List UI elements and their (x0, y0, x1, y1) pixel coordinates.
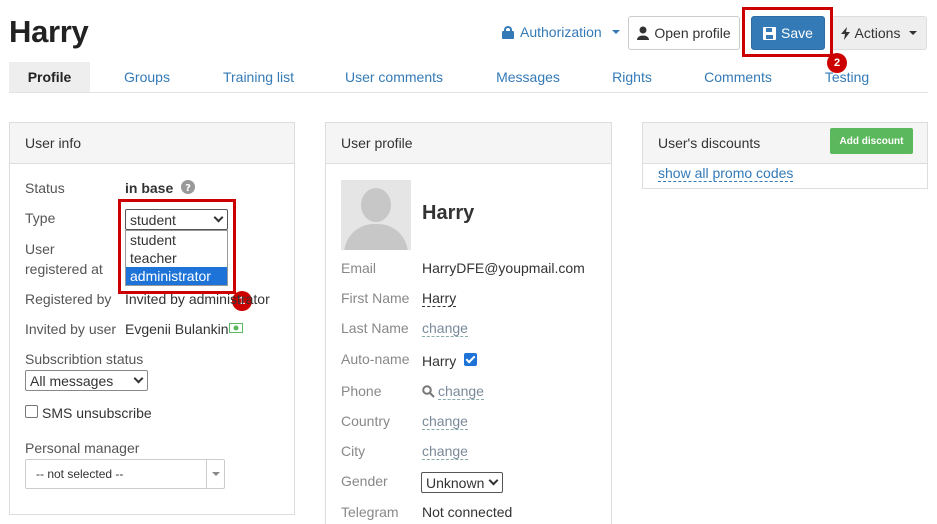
svg-text:?: ? (185, 183, 191, 194)
last-name-change-link[interactable]: change (422, 320, 468, 337)
tab-messages[interactable]: Messages (487, 62, 569, 92)
country-label: Country (341, 413, 391, 429)
telegram-value: Not connected (422, 504, 513, 520)
phone-label: Phone (341, 383, 382, 399)
subscription-label: Subscribtion status (25, 351, 144, 367)
registered-by-value: Invited by administrator (125, 291, 270, 307)
sms-unsubscribe-label: SMS unsubscribe (42, 405, 152, 421)
first-name-label: First Name (341, 290, 410, 306)
user-profile-heading: User profile (326, 123, 611, 164)
tab-user-comments[interactable]: User comments (339, 62, 449, 92)
registered-label-line2: registered at (25, 261, 103, 277)
type-select-value: student (130, 211, 176, 228)
avatar (341, 180, 411, 250)
lightning-icon (840, 26, 850, 40)
personal-manager-select[interactable]: -- not selected -- (25, 459, 225, 489)
user-info-heading: User info (10, 123, 294, 164)
subscription-select[interactable]: All messages (25, 370, 148, 391)
show-promo-codes-link[interactable]: show all promo codes (658, 165, 794, 182)
status-label: Status (25, 180, 65, 196)
actions-dropdown-button[interactable]: Actions (831, 16, 927, 50)
email-label: Email (341, 260, 377, 276)
authorization-dropdown[interactable]: Authorization (502, 24, 620, 40)
tab-profile[interactable]: Profile (9, 62, 90, 92)
chevron-down-icon (213, 212, 224, 223)
type-label: Type (25, 210, 56, 226)
floppy-disk-icon (763, 26, 777, 40)
page-title: Harry (9, 14, 89, 49)
telegram-label: Telegram (341, 504, 399, 520)
authorization-label: Authorization (520, 24, 602, 40)
user-icon (637, 26, 650, 40)
country-change-link[interactable]: change (422, 413, 468, 430)
auto-name-checkbox[interactable] (464, 353, 477, 366)
open-profile-button[interactable]: Open profile (628, 16, 740, 50)
city-change-link[interactable]: change (422, 443, 468, 460)
type-select[interactable]: student (125, 209, 228, 230)
help-icon[interactable]: ? (181, 180, 195, 194)
invited-by-label: Invited by user (25, 321, 117, 337)
open-profile-label: Open profile (654, 25, 731, 41)
save-label: Save (781, 25, 813, 41)
tab-groups[interactable]: Groups (109, 62, 185, 92)
sms-unsubscribe-checkbox[interactable] (25, 405, 38, 418)
search-icon[interactable] (422, 385, 435, 398)
gender-select[interactable]: Unknown (421, 472, 503, 493)
profile-name: Harry (422, 202, 475, 224)
phone-change-link[interactable]: change (438, 383, 484, 400)
invited-by-value[interactable]: Evgenii Bulankin (125, 321, 229, 337)
type-option-administrator[interactable]: administrator (126, 267, 227, 285)
auto-name-value: Harry (422, 353, 457, 369)
caret-down-icon (611, 30, 620, 34)
status-value: in base (125, 180, 174, 196)
tab-training-list[interactable]: Training list (215, 62, 302, 92)
select-arrow (206, 460, 224, 488)
type-dropdown-list: student teacher administrator (125, 230, 228, 286)
tab-comments[interactable]: Comments (697, 62, 779, 92)
personal-manager-value: -- not selected -- (36, 467, 124, 481)
first-name-value[interactable]: Harry (422, 290, 457, 307)
last-name-label: Last Name (341, 320, 409, 336)
chevron-down-icon (133, 373, 144, 384)
money-icon (229, 323, 243, 333)
subscription-select-value: All messages (30, 372, 114, 389)
add-discount-button[interactable]: Add discount (830, 128, 913, 154)
lock-icon (502, 25, 514, 39)
actions-label: Actions (854, 25, 901, 41)
personal-manager-label: Personal manager (25, 440, 140, 456)
caret-down-icon (211, 472, 220, 476)
profile-tabs: Profile Groups Training list User commen… (9, 62, 928, 93)
save-button[interactable]: Save (751, 16, 825, 50)
email-value: HarryDFE@youpmail.com (422, 260, 585, 276)
tab-rights[interactable]: Rights (605, 62, 659, 92)
chevron-down-icon (488, 475, 499, 486)
gender-label: Gender (341, 473, 388, 489)
type-option-student[interactable]: student (126, 231, 227, 249)
gender-select-value: Unknown (426, 474, 485, 491)
city-label: City (341, 443, 366, 459)
registered-label-line1: User (25, 241, 55, 257)
tab-testing[interactable]: Testing (815, 62, 879, 92)
registered-by-label: Registered by (25, 291, 112, 307)
caret-down-icon (909, 31, 918, 35)
type-option-teacher[interactable]: teacher (126, 249, 227, 267)
auto-name-label: Auto-name (341, 351, 410, 367)
